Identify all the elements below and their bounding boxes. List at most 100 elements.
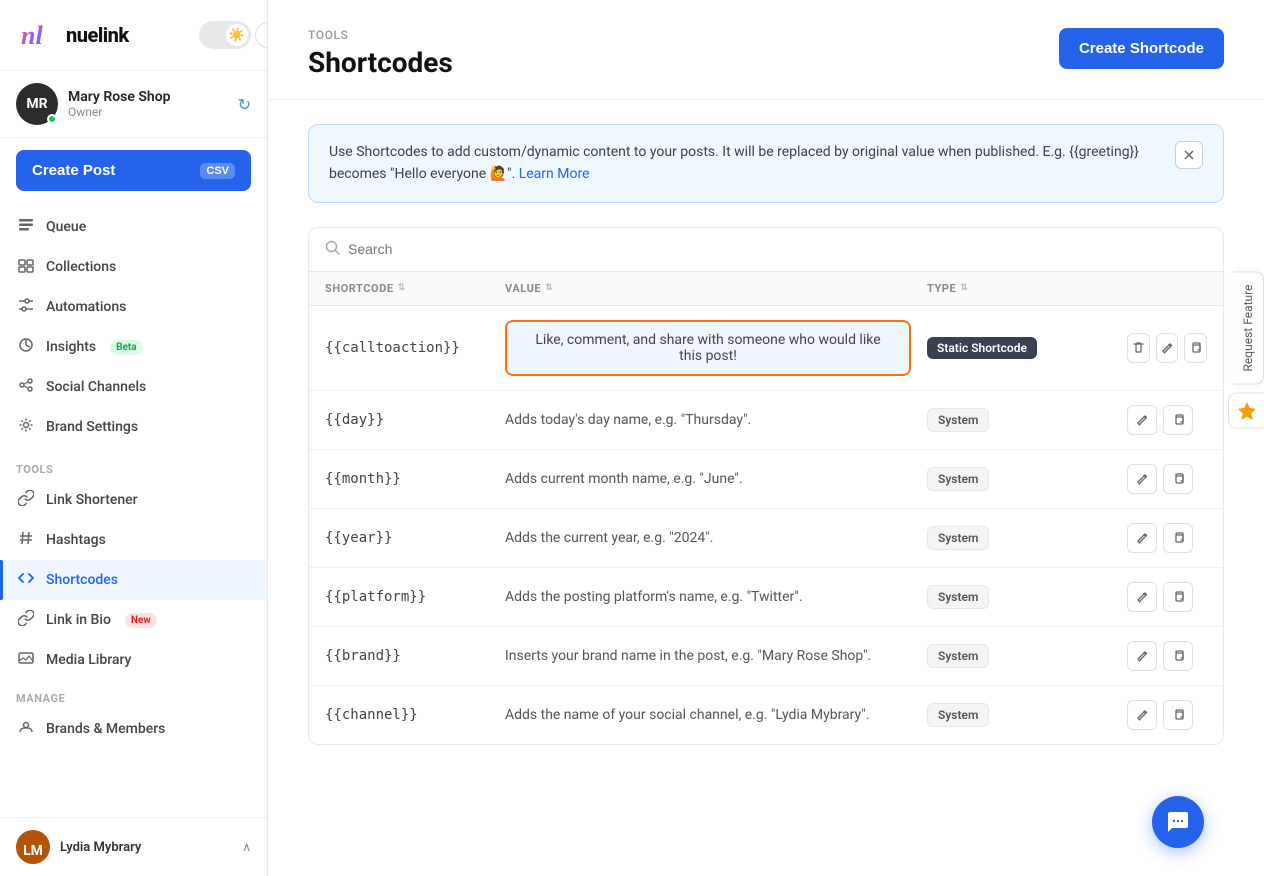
account-info: Mary Rose Shop Owner: [68, 89, 228, 119]
edit-button[interactable]: [1127, 700, 1157, 730]
sidebar-item-collections-label: Collections: [46, 259, 116, 275]
banner-collapse-button[interactable]: [1175, 141, 1203, 169]
sidebar-item-brands-members[interactable]: Brands & Members: [0, 709, 267, 749]
account-section: MR Mary Rose Shop Owner ↻: [0, 71, 267, 138]
refresh-icon[interactable]: ↻: [238, 95, 251, 114]
sidebar-collapse-button[interactable]: ‹: [255, 22, 268, 48]
actions-calltoaction: [1127, 333, 1207, 363]
type-calltoaction: Static Shortcode: [927, 337, 1127, 359]
sidebar-item-queue[interactable]: Queue: [0, 207, 267, 247]
avatar: MR: [16, 83, 58, 125]
main-nav: Queue Collections Automations Insights B…: [0, 203, 267, 451]
sidebar-item-link-shortener[interactable]: Link Shortener: [0, 480, 267, 520]
search-bar: [309, 228, 1223, 272]
value-highlighted-calltoaction[interactable]: Like, comment, and share with someone wh…: [505, 320, 911, 376]
copy-button[interactable]: [1163, 582, 1193, 612]
link-in-bio-icon: [16, 610, 36, 630]
edit-button[interactable]: [1127, 641, 1157, 671]
copy-button[interactable]: [1163, 523, 1193, 553]
create-shortcode-button[interactable]: Create Shortcode: [1059, 28, 1224, 69]
shortcode-day: {{day}}: [325, 412, 505, 428]
learn-more-link[interactable]: Learn More: [519, 166, 590, 182]
table-row: {{month}} Adds current month name, e.g. …: [309, 450, 1223, 509]
tools-section-label: TOOLS: [0, 451, 267, 480]
type-badge-static: Static Shortcode: [927, 337, 1037, 359]
type-badge-system: System: [927, 644, 989, 668]
request-feature-tab[interactable]: Request Feature: [1233, 272, 1264, 385]
edit-button[interactable]: [1127, 405, 1157, 435]
sidebar-item-insights-label: Insights: [46, 339, 96, 355]
sidebar-item-collections[interactable]: Collections: [0, 247, 267, 287]
edit-button[interactable]: [1127, 582, 1157, 612]
tools-nav: Link Shortener Hashtags Shortcodes Link …: [0, 480, 267, 680]
brand-settings-icon: [16, 417, 36, 437]
main-header: TOOLS Shortcodes Create Shortcode: [268, 0, 1264, 100]
star-button[interactable]: [1228, 393, 1264, 429]
edit-button[interactable]: [1127, 464, 1157, 494]
sidebar-item-shortcodes[interactable]: Shortcodes: [0, 560, 267, 600]
sidebar-item-insights[interactable]: Insights Beta: [0, 327, 267, 367]
sidebar-item-social-channels[interactable]: Social Channels: [0, 367, 267, 407]
account-name: Mary Rose Shop: [68, 89, 228, 105]
svg-text:LM: LM: [23, 843, 43, 859]
shortcode-month: {{month}}: [325, 471, 505, 487]
manage-nav: Brands & Members: [0, 709, 267, 749]
sort-shortcode-icon[interactable]: ⇅: [398, 283, 406, 293]
copy-button[interactable]: [1163, 405, 1193, 435]
value-calltoaction: Like, comment, and share with someone wh…: [505, 320, 927, 376]
actions-brand: [1127, 641, 1207, 671]
sidebar-item-brand-settings[interactable]: Brand Settings: [0, 407, 267, 447]
copy-button[interactable]: [1163, 641, 1193, 671]
type-month: System: [927, 467, 1127, 491]
type-brand: System: [927, 644, 1127, 668]
sort-value-icon[interactable]: ⇅: [545, 283, 553, 293]
type-day: System: [927, 408, 1127, 432]
type-year: System: [927, 526, 1127, 550]
chat-button[interactable]: [1152, 796, 1204, 848]
table-row: {{day}} Adds today's day name, e.g. "Thu…: [309, 391, 1223, 450]
sort-type-icon[interactable]: ⇅: [960, 283, 968, 293]
type-badge-system: System: [927, 585, 989, 609]
value-channel: Adds the name of your social channel, e.…: [505, 707, 927, 723]
svg-text:nl: nl: [21, 21, 43, 50]
media-library-icon: [16, 650, 36, 670]
col-header-type: TYPE ⇅: [927, 282, 1127, 295]
online-indicator: [47, 114, 57, 124]
search-input[interactable]: [348, 241, 1207, 257]
col-header-value: VALUE ⇅: [505, 282, 927, 295]
sidebar-item-hashtags-label: Hashtags: [46, 532, 106, 548]
type-channel: System: [927, 703, 1127, 727]
delete-button[interactable]: [1127, 333, 1150, 363]
create-post-button[interactable]: Create Post CSV: [16, 150, 251, 191]
shortcode-year: {{year}}: [325, 530, 505, 546]
page-title: Shortcodes: [308, 46, 453, 79]
theme-toggle[interactable]: ☀️: [199, 21, 251, 49]
sidebar-item-automations[interactable]: Automations: [0, 287, 267, 327]
sidebar-item-link-in-bio[interactable]: Link in Bio New: [0, 600, 267, 640]
csv-badge: CSV: [200, 163, 235, 179]
shortcode-brand: {{brand}}: [325, 648, 505, 664]
value-brand: Inserts your brand name in the post, e.g…: [505, 648, 927, 664]
hashtags-icon: [16, 530, 36, 550]
theme-icon: ☀️: [226, 24, 248, 46]
copy-button[interactable]: [1163, 464, 1193, 494]
sidebar-item-media-library-label: Media Library: [46, 652, 131, 668]
chevron-down-icon: ∧: [242, 840, 251, 854]
logo-area: nl nuelink: [16, 14, 129, 56]
sidebar-item-media-library[interactable]: Media Library: [0, 640, 267, 680]
shortcode-channel: {{channel}}: [325, 707, 505, 723]
footer-user-name: Lydia Mybrary: [60, 840, 232, 855]
page-section-label: TOOLS: [308, 28, 453, 42]
sidebar-item-social-channels-label: Social Channels: [46, 379, 146, 395]
value-day: Adds today's day name, e.g. "Thursday".: [505, 412, 927, 428]
search-icon: [325, 240, 340, 259]
shortcodes-icon: [16, 570, 36, 590]
copy-button[interactable]: [1184, 333, 1207, 363]
edit-button[interactable]: [1156, 333, 1179, 363]
copy-button[interactable]: [1163, 700, 1193, 730]
queue-icon: [16, 217, 36, 237]
right-panel: Request Feature: [1228, 272, 1264, 429]
edit-button[interactable]: [1127, 523, 1157, 553]
sidebar-footer[interactable]: LM Lydia Mybrary ∧: [0, 817, 267, 876]
sidebar-item-hashtags[interactable]: Hashtags: [0, 520, 267, 560]
